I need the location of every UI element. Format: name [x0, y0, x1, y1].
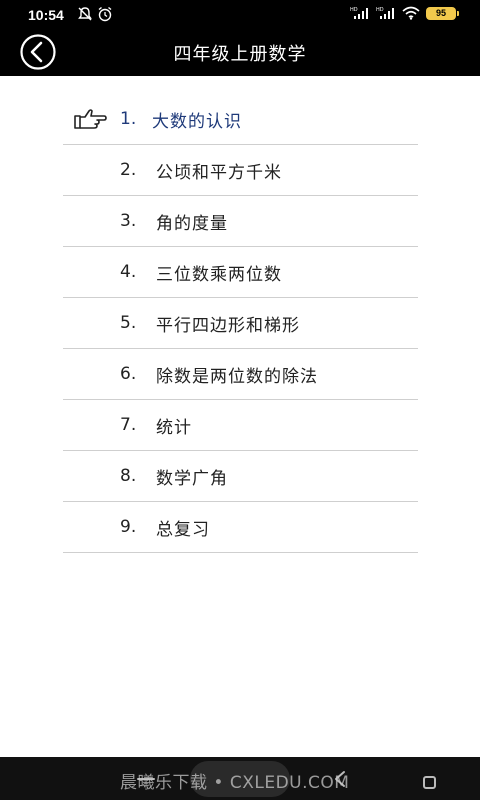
chapter-item-9[interactable]: 9. 总复习: [63, 502, 418, 553]
svg-text:HD: HD: [376, 7, 384, 13]
chapter-item-7[interactable]: 7. 统计: [63, 400, 418, 451]
home-square-icon: [423, 776, 436, 789]
battery-icon: 95: [426, 6, 459, 20]
chapter-item-4[interactable]: 4. 三位数乘两位数: [63, 247, 418, 298]
pointing-hand-icon: [74, 109, 107, 129]
chapter-number: 6.: [120, 364, 137, 384]
chapter-number: 3.: [120, 211, 137, 231]
chapter-item-5[interactable]: 5. 平行四边形和梯形: [63, 298, 418, 349]
alarm-icon: [97, 6, 113, 22]
chapter-list: 1. 大数的认识 2. 公顷和平方千米 3. 角的度量 4. 三位数乘两位数 5…: [63, 94, 418, 553]
nav-back-icon[interactable]: [333, 770, 347, 788]
chapter-item-6[interactable]: 6. 除数是两位数的除法: [63, 349, 418, 400]
chapter-title: 角的度量: [156, 213, 228, 234]
chapter-title: 三位数乘两位数: [156, 264, 282, 285]
system-nav-bar: [0, 757, 480, 800]
recent-apps-icon[interactable]: [137, 776, 155, 782]
chapter-title: 公顷和平方千米: [156, 162, 282, 183]
status-bar: 10:54 HD HD 95: [0, 0, 480, 30]
home-button[interactable]: [190, 761, 436, 797]
chapter-number: 4.: [120, 262, 137, 282]
chapter-number: 9.: [120, 517, 137, 537]
chapter-number: 5.: [120, 313, 137, 333]
status-icons-right: HD HD 95: [350, 6, 459, 20]
chapter-title: 统计: [156, 417, 192, 438]
chapter-title: 数学广角: [156, 468, 228, 489]
chapter-number: 8.: [120, 466, 137, 486]
page-title: 四年级上册数学: [173, 44, 307, 65]
chapter-item-3[interactable]: 3. 角的度量: [63, 196, 418, 247]
chapter-title: 除数是两位数的除法: [156, 366, 318, 387]
svg-text:HD: HD: [350, 7, 358, 13]
app-header: 四年级上册数学: [0, 30, 480, 76]
chapter-number: 1.: [120, 109, 137, 129]
chapter-title: 平行四边形和梯形: [156, 315, 300, 336]
chapter-title: 大数的认识: [152, 111, 242, 132]
chapter-item-2[interactable]: 2. 公顷和平方千米: [63, 145, 418, 196]
chapter-item-1[interactable]: 1. 大数的认识: [63, 94, 418, 145]
chapter-number: 2.: [120, 160, 137, 180]
status-time: 10:54: [28, 7, 64, 23]
wifi-icon: [402, 6, 420, 20]
status-icons-left: [77, 6, 113, 22]
chapter-item-8[interactable]: 8. 数学广角: [63, 451, 418, 502]
chapter-title: 总复习: [156, 519, 210, 540]
mute-icon: [77, 6, 93, 22]
signal-icon: HD: [376, 6, 396, 20]
signal-icon: HD: [350, 6, 370, 20]
chapter-number: 7.: [120, 415, 137, 435]
